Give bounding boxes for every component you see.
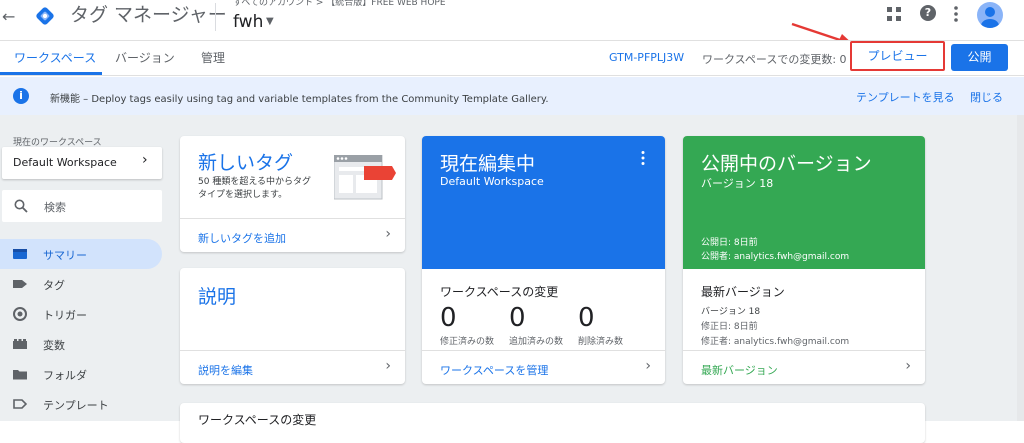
variables-icon <box>13 339 27 349</box>
chevron-right-icon: › <box>142 152 148 168</box>
summary-icon <box>13 249 27 259</box>
latest-version-link[interactable]: 最新バージョン <box>701 362 778 378</box>
preview-button[interactable]: プレビュー <box>855 45 940 67</box>
chevron-right-icon: › <box>385 226 391 242</box>
latest-modified-by: 修正者: analytics.fwh@gmail.com <box>701 337 850 347</box>
sidebar-item-label: サマリー <box>43 249 87 262</box>
tab-admin[interactable]: 管理 <box>201 49 225 67</box>
workspace-changes-count: ワークスペースでの変更数: 0 <box>702 53 847 66</box>
sidebar-item-triggers[interactable]: トリガー <box>0 299 162 329</box>
tag-illustration-icon <box>334 155 396 200</box>
new-tag-title[interactable]: 新しいタグ <box>198 148 293 175</box>
published-version-number: バージョン 18 <box>701 177 774 190</box>
new-tag-footer[interactable]: 新しいタグを追加 › <box>180 218 405 252</box>
user-avatar[interactable] <box>977 2 1003 28</box>
gtm-logo-icon <box>36 7 54 25</box>
container-id[interactable]: GTM-PFPLJ3W <box>609 51 684 64</box>
sidebar-item-summary[interactable]: サマリー <box>0 239 162 269</box>
new-tag-description: 50 種類を超える中からタグタイプを選択します。 <box>198 177 312 200</box>
tab-versions[interactable]: バージョン <box>115 49 175 67</box>
folder-icon <box>13 370 27 380</box>
trigger-icon <box>13 307 27 321</box>
description-title: 説明 <box>198 286 237 308</box>
sidebar-item-variables[interactable]: 変数 <box>0 329 162 359</box>
published-by: 公開者: analytics.fwh@gmail.com <box>701 252 850 262</box>
more-vert-icon[interactable] <box>640 150 646 166</box>
workspace-changes-title: ワークスペースの変更 <box>440 285 559 299</box>
workspace-changes-card-title: ワークスペースの変更 <box>198 413 317 427</box>
feature-notice-banner: i 新機能 – Deploy tags easily using tag and… <box>0 77 1024 115</box>
chevron-down-icon[interactable]: ▼ <box>266 11 274 33</box>
sidebar-item-tags[interactable]: タグ <box>0 269 162 299</box>
help-icon[interactable]: ? <box>920 5 936 21</box>
template-icon <box>13 399 27 409</box>
back-arrow-icon[interactable]: ← <box>2 6 16 28</box>
person-icon <box>981 7 999 28</box>
add-new-tag-link[interactable]: 新しいタグを追加 <box>198 230 286 246</box>
current-workspace-card: 現在編集中 Default Workspace ワークスペースの変更 0 0 0… <box>422 136 665 384</box>
chevron-right-icon: › <box>385 358 391 374</box>
workspace-changes-card: ワークスペースの変更 <box>180 403 925 443</box>
sidebar-item-folders[interactable]: フォルダ <box>0 359 162 389</box>
new-tag-card: 新しいタグ 50 種類を超える中からタグタイプを選択します。 新しいタグを追加 … <box>180 136 405 252</box>
latest-version-number: バージョン 18 <box>701 307 761 317</box>
active-tab-indicator <box>0 72 102 75</box>
more-vert-icon[interactable] <box>951 5 961 23</box>
manage-workspace-link[interactable]: ワークスペースを管理 <box>440 362 548 378</box>
tag-icon <box>13 280 27 288</box>
apps-grid-icon[interactable] <box>887 7 901 21</box>
notice-text: 新機能 – Deploy tags easily using tag and v… <box>50 94 549 105</box>
published-version-title: 公開中のバージョン <box>701 153 872 175</box>
description-card: 説明 説明を編集 › <box>180 268 405 384</box>
sidebar-item-label: テンプレート <box>43 399 109 412</box>
account-breadcrumb[interactable]: すべてのアカウント > 【統合版】FREE WEB HOPE <box>233 0 446 9</box>
edit-description-link[interactable]: 説明を編集 <box>198 362 253 378</box>
workspace-selector[interactable]: Default Workspace › <box>2 147 162 179</box>
latest-version-title: 最新バージョン <box>701 285 785 299</box>
deleted-count: 0 <box>578 303 595 333</box>
published-version-footer[interactable]: 最新バージョン › <box>683 350 925 384</box>
added-count: 0 <box>509 303 526 333</box>
close-notice-link[interactable]: 閉じる <box>970 89 1003 105</box>
modified-label: 修正済みの数 <box>440 337 495 347</box>
current-workspace-name: Default Workspace <box>440 175 544 188</box>
published-version-card: 公開中のバージョン バージョン 18 公開日: 8日前 公開者: analyti… <box>683 136 925 384</box>
chevron-right-icon: › <box>645 358 651 374</box>
search-icon <box>14 199 28 213</box>
sidebar-item-label: 変数 <box>43 339 65 352</box>
sidebar-item-templates[interactable]: テンプレート <box>0 389 162 419</box>
added-label: 追加済みの数 <box>509 337 564 347</box>
deleted-label: 削除済み数 <box>578 337 624 347</box>
info-icon: i <box>13 88 29 104</box>
app-title: タグ マネージャー <box>70 4 227 26</box>
current-workspace-footer[interactable]: ワークスペースを管理 › <box>422 350 665 384</box>
workspace-name: Default Workspace <box>13 156 117 169</box>
tab-workspace[interactable]: ワークスペース <box>14 49 96 67</box>
modified-count: 0 <box>440 303 457 333</box>
description-footer[interactable]: 説明を編集 › <box>180 350 405 384</box>
published-date: 公開日: 8日前 <box>701 238 758 248</box>
view-templates-link[interactable]: テンプレートを見る <box>856 89 955 105</box>
current-workspace-title: 現在編集中 <box>440 153 536 175</box>
scrollbar[interactable] <box>1017 115 1024 421</box>
sidebar-item-label: フォルダ <box>43 369 87 382</box>
latest-modified-date: 修正日: 8日前 <box>701 322 758 332</box>
title-divider <box>215 3 216 31</box>
sidebar-item-label: トリガー <box>43 309 87 322</box>
search-placeholder: 検索 <box>44 201 66 214</box>
chevron-right-icon: › <box>905 358 911 374</box>
sidebar-item-label: タグ <box>43 279 65 292</box>
search-input[interactable]: 検索 <box>2 190 162 222</box>
container-selector[interactable]: fwh <box>233 11 263 33</box>
publish-button[interactable]: 公開 <box>951 44 1008 71</box>
